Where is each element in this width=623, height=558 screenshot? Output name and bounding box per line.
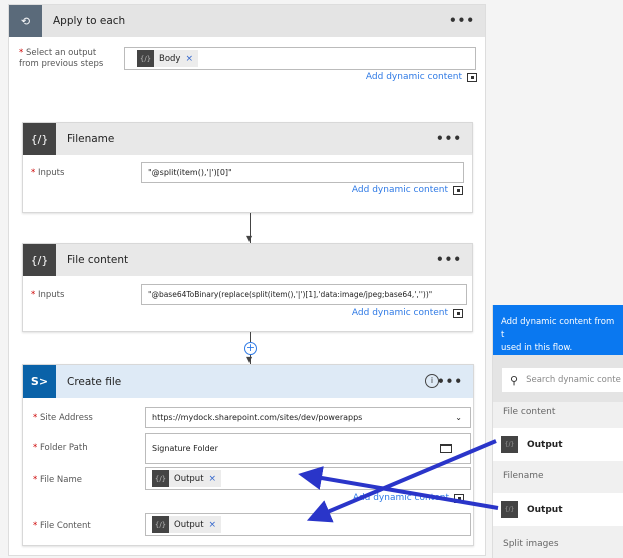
annotation-arrows xyxy=(298,439,499,523)
